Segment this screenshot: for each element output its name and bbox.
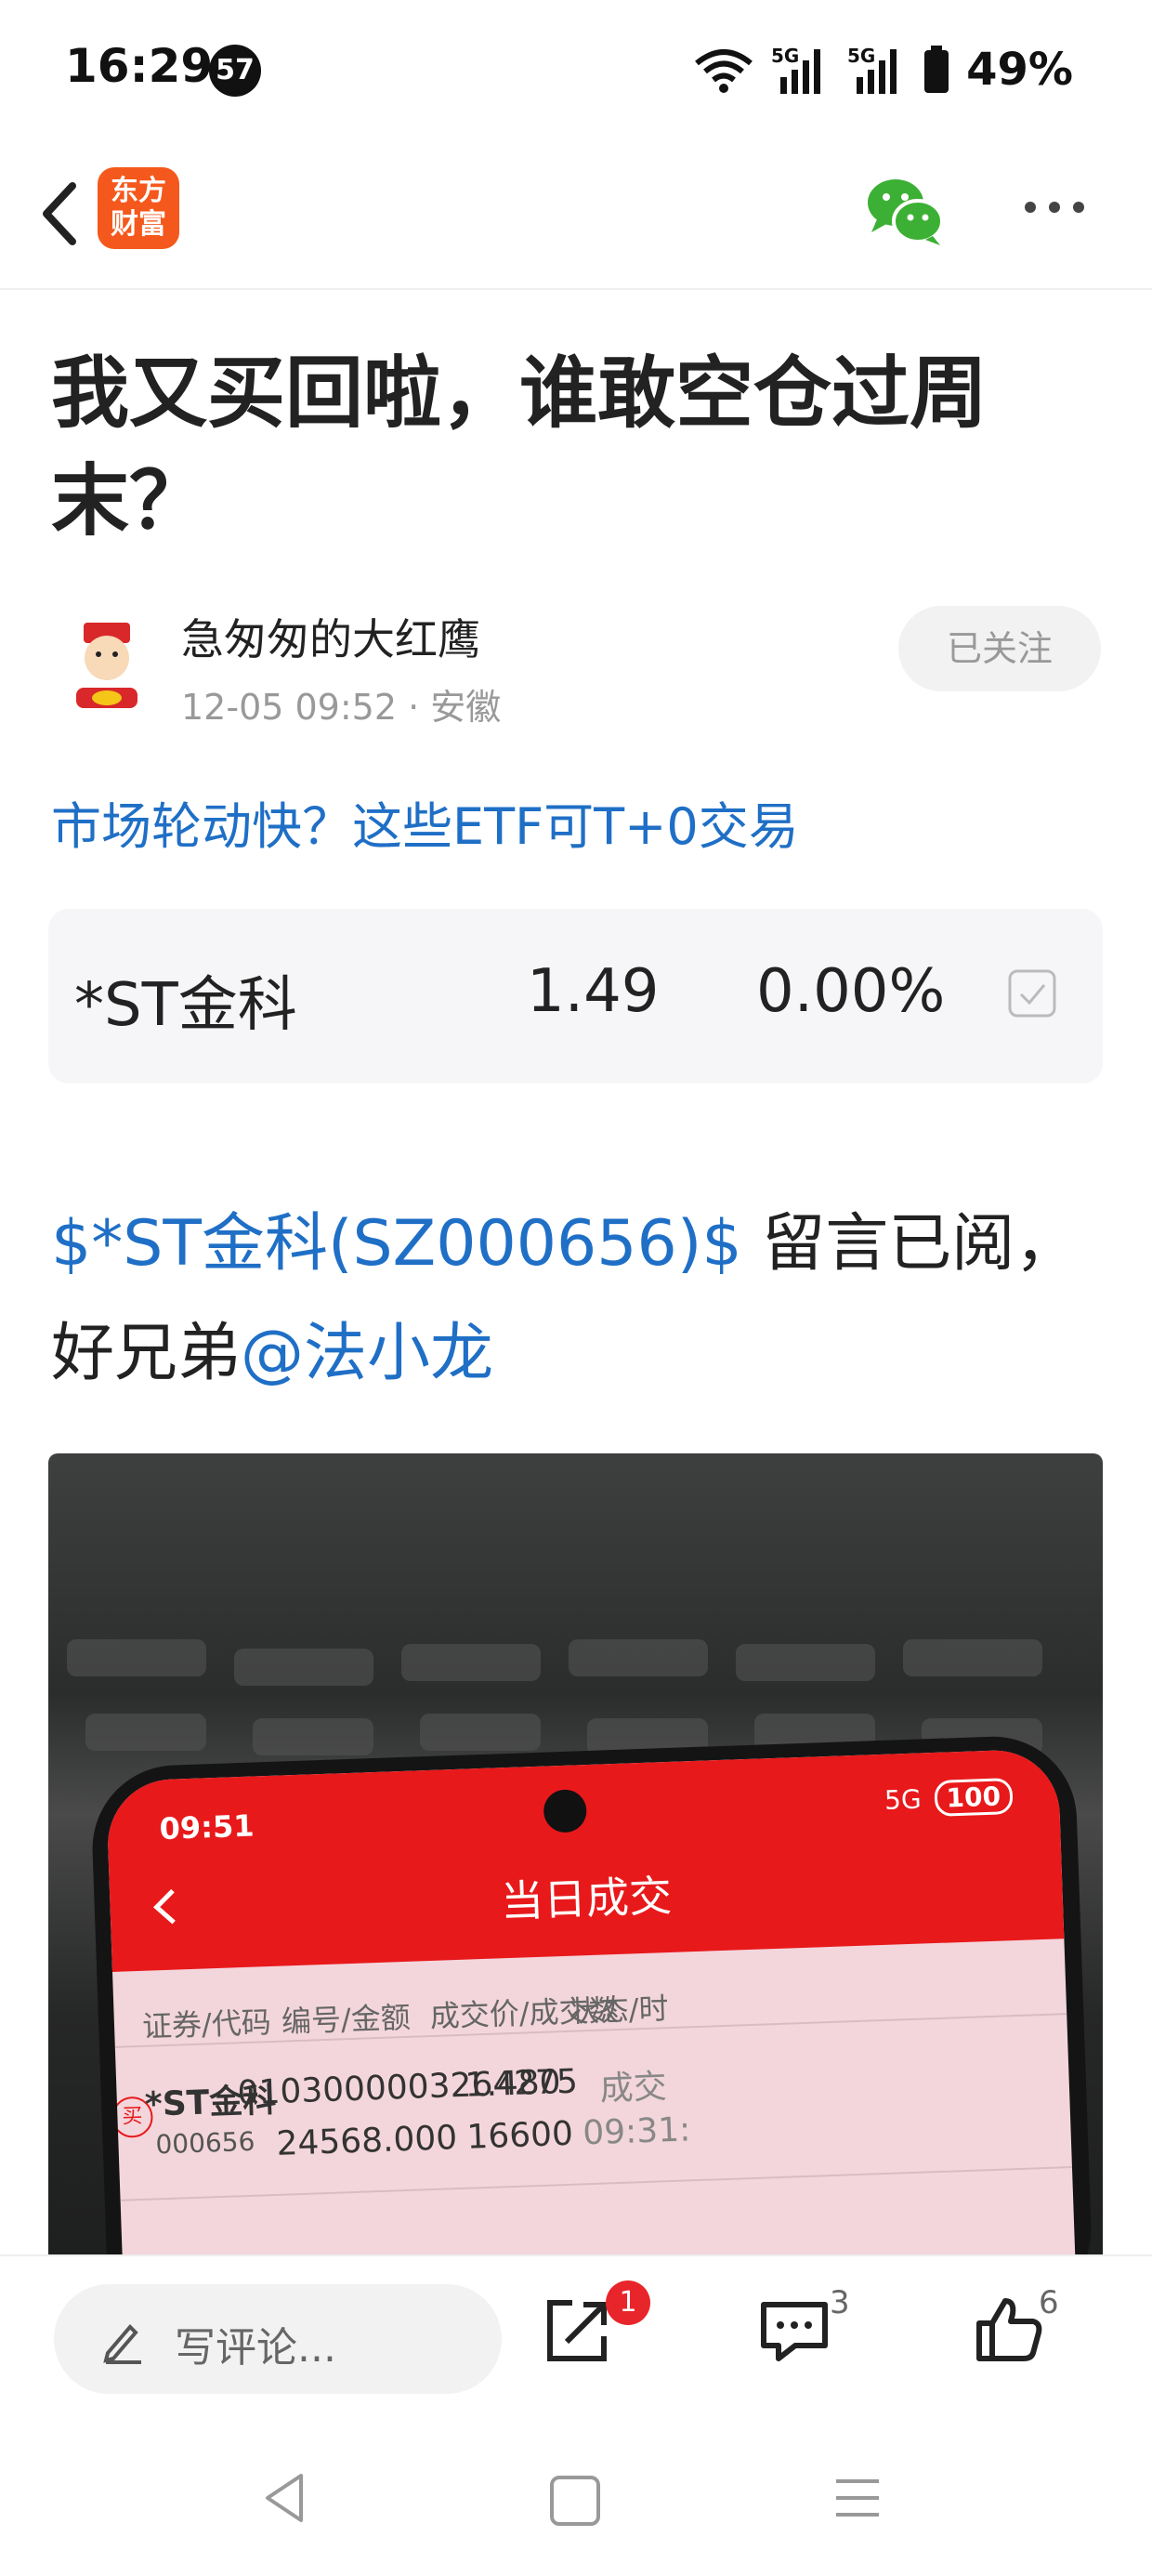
status-time: 16:29 — [65, 39, 214, 93]
author-avatar[interactable] — [56, 613, 158, 716]
trade-price: 1.480 — [464, 2063, 562, 2105]
stock-quote-card[interactable]: *ST金科 1.49 0.00% — [48, 909, 1103, 1084]
wifi-icon — [695, 49, 753, 93]
trade-volume: 16600 — [465, 2114, 574, 2157]
comment-input[interactable]: 写评论... — [54, 2284, 502, 2394]
signal-5g-icon-2: 5G — [847, 45, 897, 94]
col-number: 编号/金额 — [281, 1999, 412, 2040]
nav-menu-icon[interactable] — [834, 2476, 881, 2520]
thumbs-up-icon[interactable] — [974, 2293, 1044, 2364]
post-photo[interactable]: 09:51 5G 100 当日成交 证券/代码 编号/金额 成交价/成交数 状态/… — [48, 1453, 1103, 2254]
comment-count: 3 — [830, 2284, 850, 2321]
post-date: 12-05 09:52 — [181, 687, 398, 728]
app-logo-line2: 财富 — [111, 208, 166, 241]
trade-amount: 24568.000 — [275, 2119, 458, 2163]
stock-change: 0.00% — [756, 957, 946, 1026]
bottom-action-bar: 写评论... 1 3 6 — [0, 2254, 1152, 2424]
camera-hole — [543, 1789, 588, 1833]
phone-status: 5G 100 — [884, 1778, 1014, 1819]
col-status: 状态/时 — [569, 1991, 670, 2030]
more-options-icon[interactable] — [1017, 184, 1092, 230]
promo-link[interactable]: 市场轮动快？这些ETF可T+0交易 — [51, 785, 799, 859]
like-count: 6 — [1039, 2284, 1059, 2321]
notification-count-badge: 57 — [209, 45, 261, 97]
post-location: · 安徽 — [408, 687, 502, 728]
nav-back-icon[interactable] — [260, 2470, 308, 2526]
follow-button[interactable]: 已关注 — [898, 606, 1101, 691]
back-arrow-icon[interactable] — [26, 167, 91, 260]
post-body: $*ST金科(SZ000656)$ 留言已阅，好兄弟@法小龙 — [51, 1189, 1110, 1409]
app-logo-line1: 东方 — [111, 175, 166, 207]
author-name[interactable]: 急匆匆的大红鹰 — [181, 606, 480, 667]
col-security: 证券/代码 — [141, 2004, 272, 2044]
battery-percent: 49% — [966, 44, 1073, 96]
trade-stock-code: 000656 — [154, 2125, 255, 2161]
phone-network: 5G — [884, 1783, 923, 1816]
post-meta: 12-05 09:52 · 安徽 — [181, 678, 501, 729]
mention-link[interactable]: @法小龙 — [241, 1317, 493, 1390]
phone-screen-title: 当日成交 — [500, 1870, 673, 1927]
stock-price: 1.49 — [527, 957, 660, 1026]
stock-name: *ST金科 — [74, 971, 297, 1040]
status-icons: 5G 5G 49% — [693, 37, 1073, 102]
trade-table-row: 买 *ST金科 000656 0103000003264275 24568.00… — [111, 2017, 1072, 2201]
phone-battery: 100 — [933, 1778, 1014, 1817]
phone-screen-header: 09:51 5G 100 当日成交 — [105, 1748, 1065, 1972]
watchlist-check-icon[interactable] — [1007, 968, 1057, 1019]
nav-home-icon[interactable] — [550, 2476, 600, 2526]
app-header: 东方 财富 — [0, 139, 1152, 290]
pencil-icon — [103, 2324, 141, 2364]
comment-placeholder: 写评论... — [175, 2324, 336, 2372]
status-bar: 16:29 57 5G 5G 49% — [0, 0, 1152, 139]
phone-screen: 09:51 5G 100 当日成交 证券/代码 编号/金额 成交价/成交数 状态/… — [105, 1748, 1078, 2254]
trade-time: 09:31: — [582, 2110, 691, 2153]
article-title: 我又买回啦，谁敢空仓过周末？ — [51, 348, 988, 546]
svg-text:5G: 5G — [771, 45, 799, 67]
wechat-icon[interactable] — [864, 175, 948, 249]
battery-icon — [924, 46, 949, 93]
stock-tag-link[interactable]: $*ST金科(SZ000656)$ — [51, 1207, 742, 1281]
trade-status: 成交 — [599, 2068, 668, 2109]
comment-icon[interactable] — [758, 2299, 831, 2364]
signal-5g-icon: 5G — [771, 45, 821, 94]
svg-text:5G: 5G — [847, 45, 875, 67]
system-nav-bar — [0, 2422, 1152, 2576]
share-icon[interactable] — [539, 2293, 615, 2370]
share-badge: 1 — [606, 2280, 650, 2325]
phone-time: 09:51 — [158, 1807, 255, 1847]
app-logo: 东方 财富 — [98, 167, 179, 249]
